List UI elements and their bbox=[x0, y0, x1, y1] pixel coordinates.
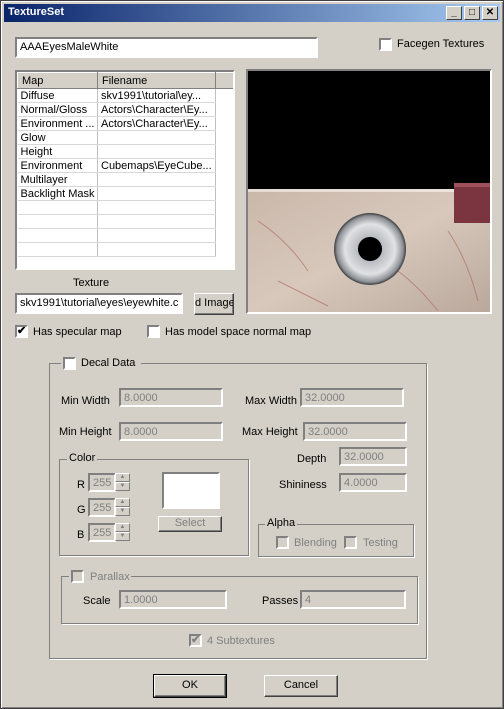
filename-cell bbox=[97, 228, 216, 243]
parallax-label: Parallax bbox=[90, 571, 130, 583]
table-row[interactable]: Diffuse skv1991\tutorial\ey... bbox=[17, 88, 234, 103]
map-cell bbox=[17, 214, 98, 229]
model-space-normal-label: Has model space normal map bbox=[165, 326, 312, 338]
max-width-label: Max Width bbox=[245, 395, 297, 407]
subtextures-label: 4 Subtextures bbox=[207, 635, 275, 647]
texture-label: Texture bbox=[73, 277, 110, 289]
specular-checkbox[interactable]: ✔ bbox=[15, 325, 28, 338]
table-row[interactable]: Environment ... Actors\Character\Ey... bbox=[17, 116, 234, 131]
table-row[interactable] bbox=[17, 214, 234, 229]
map-cell: Diffuse bbox=[17, 88, 98, 103]
min-height-input[interactable]: 8.0000 bbox=[119, 422, 223, 441]
filename-cell bbox=[97, 242, 216, 257]
filename-cell: skv1991\tutorial\ey... bbox=[97, 88, 216, 103]
g-input[interactable]: 255 bbox=[88, 498, 116, 517]
passes-input[interactable]: 4 bbox=[300, 590, 406, 609]
table-row[interactable] bbox=[17, 200, 234, 215]
b-spinner[interactable]: ▲ ▼ bbox=[115, 523, 130, 542]
map-column-header[interactable]: Map bbox=[17, 72, 98, 89]
title-bar[interactable]: TextureSet _ □ ✕ bbox=[4, 4, 500, 22]
select-color-button[interactable]: Select bbox=[158, 516, 222, 532]
table-row[interactable]: Normal/Gloss Actors\Character\Ey... bbox=[17, 102, 234, 117]
blending-label: Blending bbox=[294, 537, 337, 549]
max-height-input[interactable]: 32.0000 bbox=[303, 422, 407, 441]
map-cell: Environment bbox=[17, 158, 98, 173]
depth-label: Depth bbox=[297, 453, 327, 465]
r-label: R bbox=[77, 479, 85, 491]
table-row[interactable]: Backlight Mask bbox=[17, 186, 234, 201]
map-cell: Environment ... bbox=[17, 116, 98, 131]
filename-cell bbox=[97, 200, 216, 215]
testing-label: Testing bbox=[363, 537, 398, 549]
color-group-title: Color bbox=[67, 452, 98, 464]
table-row[interactable] bbox=[17, 228, 234, 243]
filename-cell bbox=[97, 144, 216, 159]
minimize-button[interactable]: _ bbox=[446, 6, 462, 20]
b-label: B bbox=[77, 529, 85, 541]
map-cell: Backlight Mask bbox=[17, 186, 98, 201]
passes-label: Passes bbox=[262, 595, 299, 607]
max-height-label: Max Height bbox=[242, 426, 298, 438]
eye-texture-image bbox=[248, 71, 490, 312]
b-input[interactable]: 255 bbox=[88, 523, 116, 542]
decal-data-label: Decal Data bbox=[81, 357, 136, 369]
filename-cell bbox=[97, 214, 216, 229]
max-width-input[interactable]: 32.0000 bbox=[300, 388, 404, 407]
blending-checkbox[interactable] bbox=[276, 536, 289, 549]
map-cell: Glow bbox=[17, 130, 98, 145]
scale-label: Scale bbox=[83, 595, 111, 607]
close-button[interactable]: ✕ bbox=[482, 6, 498, 20]
name-input[interactable]: AAAEyesMaleWhite bbox=[15, 37, 318, 58]
maximize-button[interactable]: □ bbox=[464, 6, 480, 20]
texture-set-window: TextureSet _ □ ✕ AAAEyesMaleWhite Facege… bbox=[0, 0, 504, 709]
decal-data-checkbox[interactable] bbox=[63, 357, 76, 370]
g-label: G bbox=[77, 504, 86, 516]
shininess-label: Shininess bbox=[279, 479, 327, 491]
cancel-button[interactable]: Cancel bbox=[264, 675, 338, 697]
filename-cell: Cubemaps\EyeCube... bbox=[97, 158, 216, 173]
ok-button[interactable]: OK bbox=[153, 674, 227, 698]
window-title: TextureSet bbox=[8, 6, 65, 18]
table-row[interactable]: Height bbox=[17, 144, 234, 159]
r-spinner[interactable]: ▲ ▼ bbox=[115, 473, 130, 492]
table-row[interactable] bbox=[17, 242, 234, 257]
g-spinner[interactable]: ▲ ▼ bbox=[115, 498, 130, 517]
testing-checkbox[interactable] bbox=[344, 536, 357, 549]
r-input[interactable]: 255 bbox=[88, 473, 116, 492]
min-height-label: Min Height bbox=[59, 426, 112, 438]
filename-cell bbox=[97, 130, 216, 145]
facegen-checkbox[interactable] bbox=[379, 38, 392, 51]
map-list[interactable]: Map Filename Diffuse skv1991\tutorial\ey.… bbox=[15, 70, 235, 270]
min-width-input[interactable]: 8.0000 bbox=[119, 388, 223, 407]
filename-cell bbox=[97, 172, 216, 187]
table-row[interactable]: Multilayer bbox=[17, 172, 234, 187]
map-cell: Normal/Gloss bbox=[17, 102, 98, 117]
map-cell bbox=[17, 200, 98, 215]
map-cell: Multilayer bbox=[17, 172, 98, 187]
texture-preview bbox=[246, 69, 492, 314]
min-width-label: Min Width bbox=[61, 395, 110, 407]
table-row[interactable]: Glow bbox=[17, 130, 234, 145]
subtextures-checkbox[interactable]: ✔ bbox=[189, 634, 202, 647]
load-image-button[interactable]: d Image bbox=[194, 293, 234, 315]
filename-cell: Actors\Character\Ey... bbox=[97, 116, 216, 131]
filename-cell: Actors\Character\Ey... bbox=[97, 102, 216, 117]
map-cell: Height bbox=[17, 144, 98, 159]
filename-cell bbox=[97, 186, 216, 201]
scale-input[interactable]: 1.0000 bbox=[119, 590, 227, 609]
facegen-label: Facegen Textures bbox=[397, 38, 485, 50]
filename-column-header[interactable]: Filename bbox=[97, 72, 216, 89]
map-cell bbox=[17, 242, 98, 257]
specular-label: Has specular map bbox=[33, 326, 122, 338]
alpha-group-title: Alpha bbox=[265, 517, 298, 529]
map-cell bbox=[17, 228, 98, 243]
depth-input[interactable]: 32.0000 bbox=[339, 447, 407, 466]
shininess-input[interactable]: 4.0000 bbox=[339, 473, 407, 492]
parallax-checkbox[interactable] bbox=[71, 570, 84, 583]
model-space-normal-checkbox[interactable] bbox=[147, 325, 160, 338]
color-swatch[interactable] bbox=[162, 472, 220, 509]
table-row[interactable]: Environment Cubemaps\EyeCube... bbox=[17, 158, 234, 173]
texture-path-input[interactable]: skv1991\tutorial\eyes\eyewhite.c bbox=[15, 293, 183, 314]
